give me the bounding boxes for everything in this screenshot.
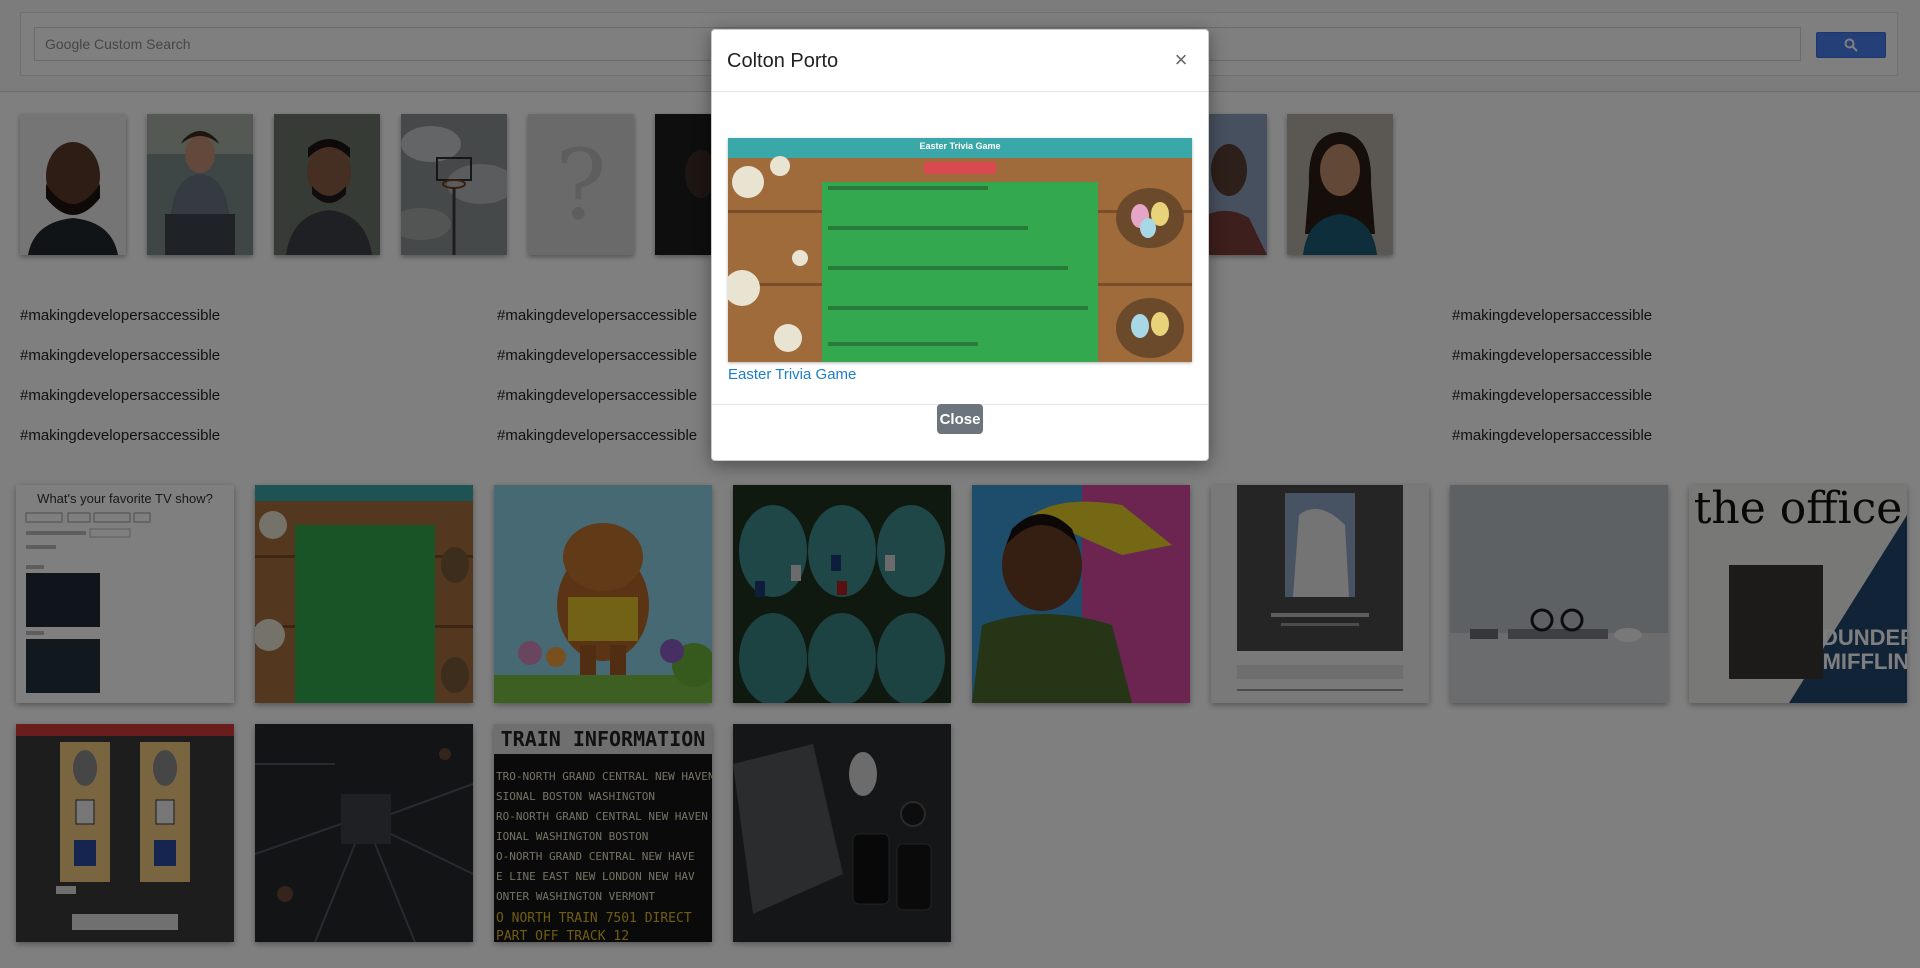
project-modal: Colton Porto × Easter Trivia Game Easter… bbox=[711, 29, 1209, 461]
modal-header: Colton Porto × bbox=[712, 30, 1208, 92]
modal-body: Easter Trivia Game Easter Trivia Game bbox=[712, 92, 1208, 405]
project-link[interactable]: Easter Trivia Game bbox=[728, 366, 856, 383]
modal-title: Colton Porto bbox=[727, 50, 839, 72]
close-button[interactable]: Close bbox=[937, 404, 983, 434]
preview-title: Easter Trivia Game bbox=[919, 141, 1000, 151]
project-preview-image[interactable]: Easter Trivia Game bbox=[728, 138, 1192, 362]
close-icon[interactable]: × bbox=[1169, 48, 1193, 72]
